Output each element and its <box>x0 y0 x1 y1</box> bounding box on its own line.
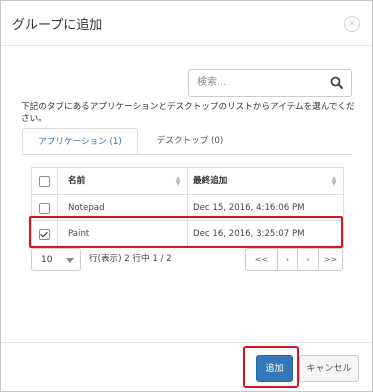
column-header-last-added[interactable]: 最終追加 ▲ ▼ <box>188 168 343 194</box>
tab-bar: アプリケーション (1) デスクトップ (0) <box>22 128 352 155</box>
row-checkbox[interactable] <box>39 229 50 240</box>
pagination-controls: << ‹ › >> <box>245 248 343 271</box>
cancel-button[interactable]: キャンセル <box>299 355 359 382</box>
row-last-added: Dec 16, 2016, 3:25:07 PM <box>193 229 305 239</box>
table-header-row: 名前 ▲ ▼ 最終追加 ▲ ▼ <box>32 168 343 194</box>
select-all-checkbox[interactable] <box>39 176 50 187</box>
search-icon[interactable] <box>329 75 345 91</box>
row-last-added: Dec 15, 2016, 4:16:06 PM <box>193 203 305 213</box>
add-button[interactable]: 追加 <box>256 355 293 382</box>
row-check-cell <box>32 221 58 247</box>
chevron-down-icon <box>66 258 74 263</box>
pagination-info: 行(表示) 2 行中 1 / 2 <box>89 254 172 264</box>
row-checkbox[interactable] <box>39 203 50 214</box>
items-table: 名前 ▲ ▼ 最終追加 ▲ ▼ Notepad Dec 15, 2016, 4:16… <box>31 167 344 247</box>
dialog-title: グループに追加 <box>12 18 103 33</box>
search-box <box>188 69 352 97</box>
tab-applications[interactable]: アプリケーション (1) <box>22 128 138 154</box>
first-page-button[interactable]: << <box>246 249 278 270</box>
select-all-cell <box>32 168 58 194</box>
prev-page-button[interactable]: ‹ <box>278 249 298 270</box>
table-row[interactable]: Notepad Dec 15, 2016, 4:16:06 PM <box>32 194 343 221</box>
add-to-group-dialog: グループに追加 × 下記のタブにあるアプリケーションとデスクトップのリストからア… <box>0 0 373 392</box>
column-last-added-label: 最終追加 <box>193 176 228 186</box>
column-name-label: 名前 <box>68 176 86 186</box>
page-size-value: 10 <box>41 255 53 265</box>
next-page-button[interactable]: › <box>298 249 319 270</box>
last-page-button[interactable]: >> <box>319 249 342 270</box>
sort-icon: ▲ ▼ <box>331 175 337 187</box>
row-name: Notepad <box>58 195 188 221</box>
sort-icon: ▲ ▼ <box>175 175 181 187</box>
table-row[interactable]: Paint Dec 16, 2016, 3:25:07 PM <box>32 220 343 247</box>
dialog-footer: 追加 キャンセル <box>1 342 372 392</box>
close-icon[interactable]: × <box>344 16 360 32</box>
row-check-cell <box>32 195 58 221</box>
row-name: Paint <box>58 221 188 247</box>
tab-desktops[interactable]: デスクトップ (0) <box>140 128 240 154</box>
column-header-name[interactable]: 名前 ▲ ▼ <box>58 168 188 194</box>
search-input[interactable] <box>189 70 325 94</box>
page-size-select[interactable]: 10 <box>31 248 81 271</box>
instruction-text: 下記のタブにあるアプリケーションとデスクトップのリストからアイテムを選んでくださ… <box>21 102 355 124</box>
dialog-header: グループに追加 × <box>1 1 372 46</box>
